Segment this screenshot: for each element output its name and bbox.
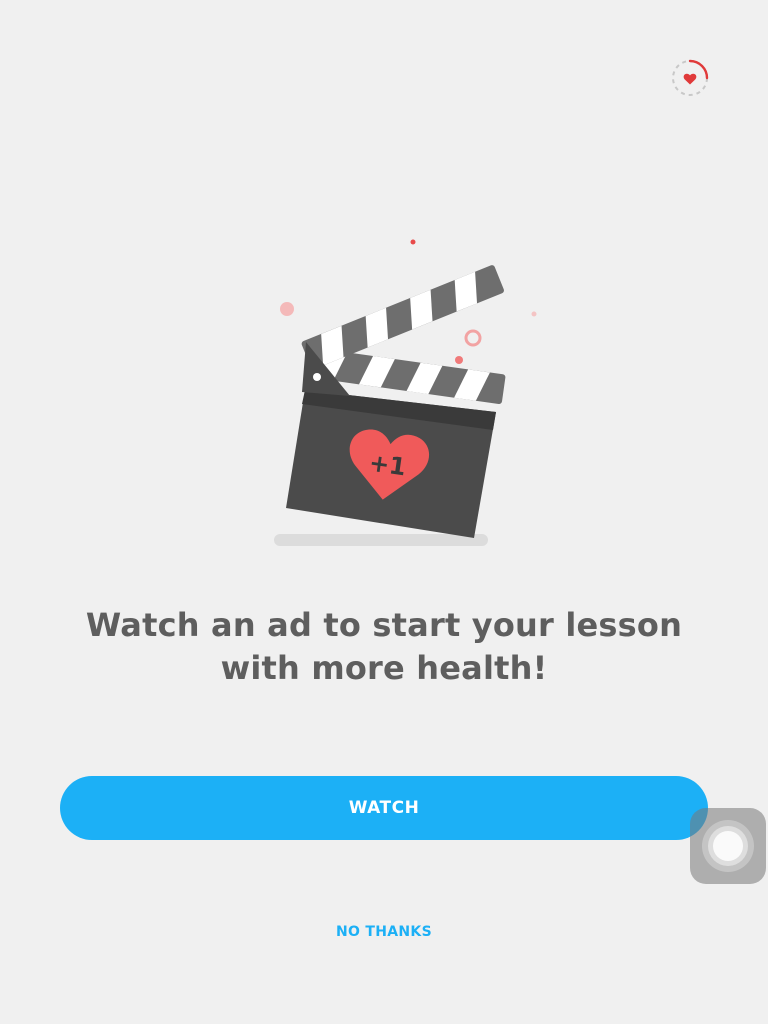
sparkle-dot xyxy=(410,239,416,245)
clapperboard-illustration: +1 xyxy=(274,239,537,546)
sparkle-ring xyxy=(464,329,482,347)
watch-button[interactable]: WATCH xyxy=(60,776,708,840)
headline: Watch an ad to start your lesson with mo… xyxy=(85,606,683,687)
sparkle-dot xyxy=(531,311,537,317)
watch-ad-screen: +1 Watch an ad to start your lesson with… xyxy=(0,0,768,1024)
clapperboard-icon xyxy=(286,265,506,538)
assistive-touch-icon xyxy=(702,820,754,872)
sparkle-dot xyxy=(455,356,463,364)
plus-one-label: +1 xyxy=(367,449,407,482)
assistive-touch-button[interactable] xyxy=(690,808,766,884)
no-thanks-button[interactable]: NO THANKS xyxy=(284,918,484,946)
sparkle-dot xyxy=(280,302,294,316)
shadow-shape xyxy=(274,534,488,546)
